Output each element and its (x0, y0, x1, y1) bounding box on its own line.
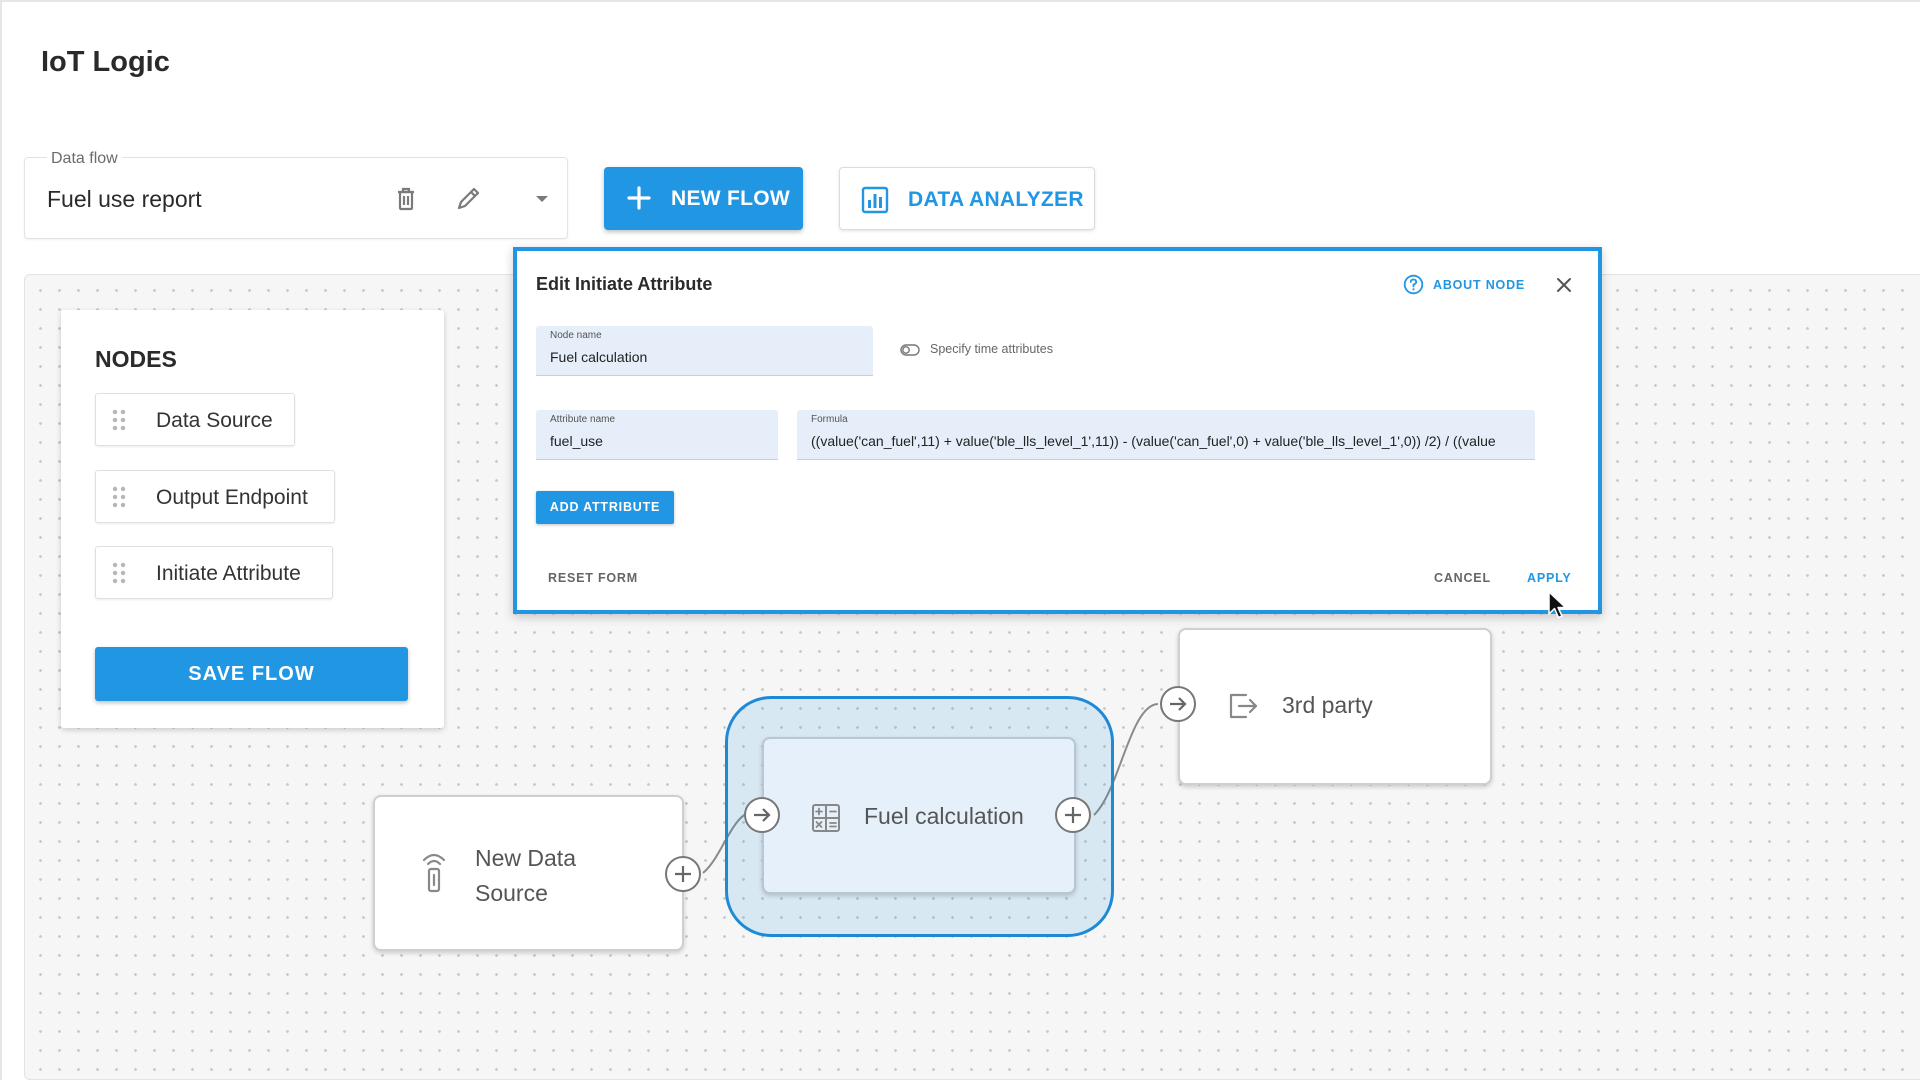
input-port-icon[interactable] (1159, 685, 1197, 723)
new-flow-button[interactable]: NEW FLOW (604, 167, 803, 230)
palette-item-output-endpoint[interactable]: Output Endpoint (95, 470, 335, 523)
flow-node-label: 3rd party (1282, 692, 1373, 718)
flow-node-fuel-calculation[interactable]: Fuel calculation (762, 737, 1076, 894)
new-flow-label: NEW FLOW (671, 187, 791, 210)
plus-icon (624, 183, 654, 213)
data-flow-select[interactable]: Data flow Fuel use report (24, 150, 568, 239)
node-name-field[interactable]: Node name Fuel calculation (536, 326, 873, 376)
input-port-icon[interactable] (743, 796, 781, 834)
reset-form-button[interactable]: RESET FORM (548, 571, 638, 585)
edit-initiate-attribute-dialog: Edit Initiate Attribute ABOUT NODE Node … (513, 247, 1602, 614)
data-flow-value[interactable]: Fuel use report (47, 186, 202, 213)
palette-item-label: Data Source (156, 409, 273, 432)
flow-node-label: Fuel calculation (864, 803, 1024, 829)
nodes-panel-title: NODES (95, 346, 177, 372)
apply-button[interactable]: APPLY (1527, 571, 1572, 585)
formula-label: Formula (811, 414, 848, 425)
add-attribute-button[interactable]: ADD ATTRIBUTE (536, 491, 674, 524)
nodes-panel: NODES Data Source Output Endpoint Initia… (61, 310, 444, 728)
save-flow-button[interactable]: SAVE FLOW (95, 647, 408, 701)
help-circle-icon (1403, 274, 1424, 295)
flow-node-label: New Data Source (475, 845, 576, 906)
node-name-value[interactable]: Fuel calculation (550, 349, 647, 365)
export-icon (1226, 689, 1260, 723)
add-output-port-icon[interactable] (664, 855, 702, 893)
antenna-icon (420, 851, 448, 893)
about-node-label: ABOUT NODE (1433, 278, 1526, 292)
attribute-name-label: Attribute name (550, 414, 616, 425)
palette-item-data-source[interactable]: Data Source (95, 393, 295, 446)
drag-handle-icon[interactable] (112, 409, 126, 431)
formula-field[interactable]: Formula ((value('can_fuel',11) + value('… (797, 410, 1535, 460)
drag-handle-icon[interactable] (112, 562, 126, 584)
calculator-icon (810, 802, 842, 834)
dialog-title: Edit Initiate Attribute (536, 274, 713, 294)
time-attributes-toggle[interactable] (900, 343, 920, 356)
drag-handle-icon[interactable] (112, 486, 126, 508)
time-attributes-label: Specify time attributes (930, 342, 1053, 356)
close-icon[interactable] (1553, 274, 1575, 296)
flow-node-3rd-party[interactable]: 3rd party (1178, 628, 1492, 785)
data-analyzer-button[interactable]: DATA ANALYZER (839, 167, 1095, 230)
palette-item-label: Initiate Attribute (156, 562, 301, 585)
attribute-name-value[interactable]: fuel_use (550, 433, 603, 449)
cancel-button[interactable]: CANCEL (1434, 571, 1491, 585)
palette-item-initiate-attribute[interactable]: Initiate Attribute (95, 546, 333, 599)
data-analyzer-label: DATA ANALYZER (908, 188, 1084, 211)
chevron-down-icon[interactable] (525, 182, 559, 216)
flow-node-data-source[interactable]: New Data Source (373, 795, 684, 951)
palette-item-label: Output Endpoint (156, 486, 308, 509)
attribute-name-field[interactable]: Attribute name fuel_use (536, 410, 778, 460)
trash-icon[interactable] (389, 182, 423, 216)
add-output-port-icon[interactable] (1054, 796, 1092, 834)
data-flow-label: Data flow (47, 150, 122, 168)
node-name-label: Node name (550, 330, 602, 341)
mouse-cursor-icon (1547, 590, 1569, 620)
page-title: IoT Logic (41, 46, 170, 78)
formula-value[interactable]: ((value('can_fuel',11) + value('ble_lls_… (811, 433, 1521, 449)
bar-chart-icon (860, 185, 890, 215)
pencil-icon[interactable] (451, 182, 485, 216)
